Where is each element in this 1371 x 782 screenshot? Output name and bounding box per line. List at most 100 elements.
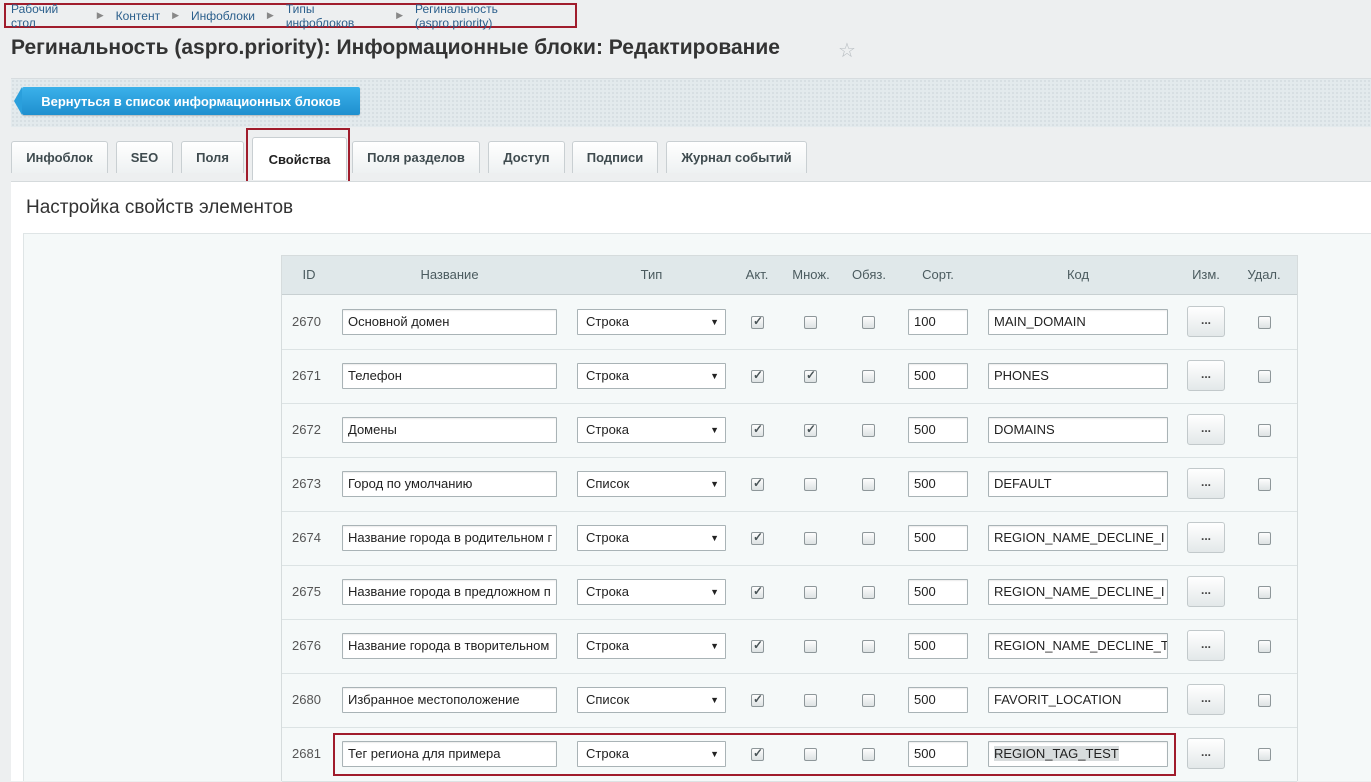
code-input[interactable]: REGION_NAME_DECLINE_I bbox=[988, 579, 1168, 605]
edit-property-button[interactable]: ... bbox=[1187, 360, 1225, 391]
delete-checkbox[interactable] bbox=[1258, 586, 1271, 599]
sort-input[interactable]: 500 bbox=[908, 417, 968, 443]
tab-fields[interactable]: Поля bbox=[181, 141, 244, 173]
breadcrumb-item-iblock-types[interactable]: Типы инфоблоков bbox=[286, 2, 384, 30]
property-type-select[interactable]: Строка ▼ bbox=[577, 579, 726, 605]
edit-property-button[interactable]: ... bbox=[1187, 306, 1225, 337]
property-name-input[interactable]: Избранное местоположение bbox=[342, 687, 557, 713]
multiple-checkbox[interactable] bbox=[804, 640, 817, 653]
property-type-select[interactable]: Строка ▼ bbox=[577, 633, 726, 659]
tab-access[interactable]: Доступ bbox=[488, 141, 565, 173]
sort-input[interactable]: 500 bbox=[908, 687, 968, 713]
column-header-type: Тип bbox=[640, 267, 663, 282]
star-icon[interactable]: ☆ bbox=[838, 38, 856, 63]
active-checkbox[interactable] bbox=[751, 368, 764, 383]
property-name-input[interactable]: Название города в творительном bbox=[342, 633, 557, 659]
required-checkbox[interactable] bbox=[862, 532, 875, 545]
sort-input[interactable]: 500 bbox=[908, 633, 968, 659]
delete-checkbox[interactable] bbox=[1258, 640, 1271, 653]
sort-input[interactable]: 500 bbox=[908, 525, 968, 551]
edit-property-button[interactable]: ... bbox=[1187, 684, 1225, 715]
required-checkbox[interactable] bbox=[862, 370, 875, 383]
multiple-checkbox[interactable] bbox=[804, 316, 817, 329]
required-checkbox[interactable] bbox=[862, 586, 875, 599]
tab-section-fields[interactable]: Поля разделов bbox=[352, 141, 480, 173]
property-name-input[interactable]: Основной домен bbox=[342, 309, 557, 335]
triangle-down-icon: ▼ bbox=[710, 695, 719, 705]
property-id: 2671 bbox=[292, 368, 321, 383]
edit-property-button[interactable]: ... bbox=[1187, 630, 1225, 661]
active-checkbox[interactable] bbox=[751, 530, 764, 545]
delete-checkbox[interactable] bbox=[1258, 424, 1271, 437]
delete-checkbox[interactable] bbox=[1258, 532, 1271, 545]
breadcrumb-item-content[interactable]: Контент bbox=[116, 9, 160, 23]
row-highlight-box bbox=[333, 733, 1176, 776]
active-checkbox[interactable] bbox=[751, 692, 764, 707]
property-name-input[interactable]: Домены bbox=[342, 417, 557, 443]
tab-seo[interactable]: SEO bbox=[116, 141, 173, 173]
delete-checkbox[interactable] bbox=[1258, 748, 1271, 761]
multiple-checkbox[interactable] bbox=[804, 368, 817, 383]
breadcrumb-item-regionality[interactable]: Регинальность (aspro.priority) bbox=[415, 2, 575, 30]
property-type-select[interactable]: Строка ▼ bbox=[577, 309, 726, 335]
table-row: 2672 Домены Строка ▼ 500 DOMAINS... bbox=[282, 403, 1297, 458]
property-name-input[interactable]: Название города в родительном г bbox=[342, 525, 557, 551]
property-type-value: Строка bbox=[586, 584, 630, 599]
tab-event-log[interactable]: Журнал событий bbox=[666, 141, 807, 173]
back-to-list-button[interactable]: Вернуться в список информационных блоков bbox=[14, 87, 360, 115]
required-checkbox[interactable] bbox=[862, 640, 875, 653]
sort-input[interactable]: 500 bbox=[908, 579, 968, 605]
edit-property-button[interactable]: ... bbox=[1187, 468, 1225, 499]
multiple-checkbox[interactable] bbox=[804, 694, 817, 707]
sort-input[interactable]: 500 bbox=[908, 363, 968, 389]
property-type-select[interactable]: Список ▼ bbox=[577, 471, 726, 497]
delete-checkbox[interactable] bbox=[1258, 370, 1271, 383]
multiple-checkbox[interactable] bbox=[804, 422, 817, 437]
active-checkbox[interactable] bbox=[751, 638, 764, 653]
sort-input[interactable]: 100 bbox=[908, 309, 968, 335]
multiple-checkbox[interactable] bbox=[804, 586, 817, 599]
required-checkbox[interactable] bbox=[862, 478, 875, 491]
required-checkbox[interactable] bbox=[862, 694, 875, 707]
edit-property-button[interactable]: ... bbox=[1187, 576, 1225, 607]
active-checkbox[interactable] bbox=[751, 584, 764, 599]
breadcrumb-item-iblocks[interactable]: Инфоблоки bbox=[191, 9, 255, 23]
edit-property-button[interactable]: ... bbox=[1187, 414, 1225, 445]
code-input[interactable]: DEFAULT bbox=[988, 471, 1168, 497]
property-type-select[interactable]: Строка ▼ bbox=[577, 525, 726, 551]
property-type-select[interactable]: Список ▼ bbox=[577, 687, 726, 713]
property-id: 2674 bbox=[292, 530, 321, 545]
active-checkbox[interactable] bbox=[751, 476, 764, 491]
code-input[interactable]: MAIN_DOMAIN bbox=[988, 309, 1168, 335]
property-id: 2676 bbox=[292, 638, 321, 653]
triangle-down-icon: ▼ bbox=[710, 425, 719, 435]
required-checkbox[interactable] bbox=[862, 424, 875, 437]
delete-checkbox[interactable] bbox=[1258, 316, 1271, 329]
code-input[interactable]: REGION_NAME_DECLINE_I bbox=[988, 525, 1168, 551]
code-input[interactable]: DOMAINS bbox=[988, 417, 1168, 443]
property-name-input[interactable]: Название города в предложном п bbox=[342, 579, 557, 605]
delete-checkbox[interactable] bbox=[1258, 478, 1271, 491]
property-name-input[interactable]: Телефон bbox=[342, 363, 557, 389]
required-checkbox[interactable] bbox=[862, 316, 875, 329]
property-type-select[interactable]: Строка ▼ bbox=[577, 417, 726, 443]
multiple-checkbox[interactable] bbox=[804, 532, 817, 545]
code-input[interactable]: FAVORIT_LOCATION bbox=[988, 687, 1168, 713]
triangle-down-icon: ▼ bbox=[710, 587, 719, 597]
delete-checkbox[interactable] bbox=[1258, 694, 1271, 707]
breadcrumb-item-desktop[interactable]: Рабочий стол bbox=[11, 2, 85, 30]
page-title: Регинальность (aspro.priority): Информац… bbox=[11, 36, 780, 59]
active-checkbox[interactable] bbox=[751, 314, 764, 329]
active-checkbox[interactable] bbox=[751, 422, 764, 437]
sort-input[interactable]: 500 bbox=[908, 471, 968, 497]
tab-iblock[interactable]: Инфоблок bbox=[11, 141, 108, 173]
property-type-select[interactable]: Строка ▼ bbox=[577, 363, 726, 389]
tab-captions[interactable]: Подписи bbox=[572, 141, 658, 173]
code-input[interactable]: PHONES bbox=[988, 363, 1168, 389]
edit-property-button[interactable]: ... bbox=[1187, 522, 1225, 553]
edit-property-button[interactable]: ... bbox=[1187, 738, 1225, 769]
multiple-checkbox[interactable] bbox=[804, 478, 817, 491]
code-input[interactable]: REGION_NAME_DECLINE_T bbox=[988, 633, 1168, 659]
code-value: REGION_NAME_DECLINE_I bbox=[994, 530, 1165, 545]
property-name-input[interactable]: Город по умолчанию bbox=[342, 471, 557, 497]
